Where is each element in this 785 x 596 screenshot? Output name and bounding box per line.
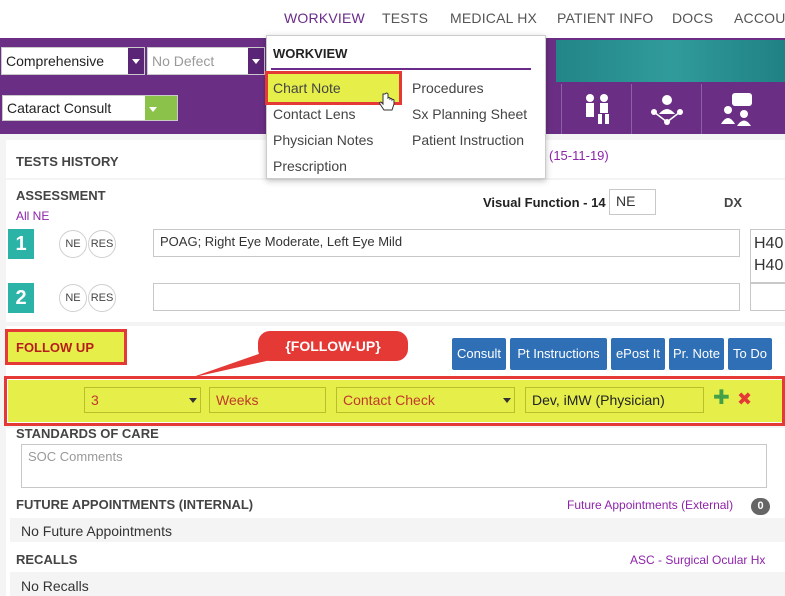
to-do-button[interactable]: To Do [728, 338, 772, 370]
defect-value: No Defect [152, 53, 215, 69]
assessment-title: ASSESSMENT [16, 188, 106, 203]
tab-account[interactable]: ACCOUN [734, 10, 785, 26]
exam-type-select[interactable]: Comprehensive [1, 47, 145, 75]
tab-docs[interactable]: DOCS [672, 10, 713, 26]
tab-patient-info[interactable]: PATIENT INFO [557, 10, 654, 26]
row-number-1: 1 [8, 229, 34, 259]
chat-icon-button[interactable] [701, 84, 771, 134]
row-number-2: 2 [8, 283, 34, 313]
chevron-down-icon [248, 48, 264, 74]
recalls-row [10, 572, 785, 596]
res-button-2[interactable]: RES [88, 284, 116, 312]
ne-button-1[interactable]: NE [59, 230, 87, 258]
dx-label: DX [724, 195, 743, 210]
menu-item-patient-instruction[interactable]: Patient Instruction [412, 132, 524, 148]
tests-history-date-link[interactable]: R (15-11-19) [536, 148, 609, 163]
annotation-box [5, 329, 127, 365]
chat-users-icon [720, 93, 752, 126]
dx-code: H40 [754, 257, 784, 274]
pt-instructions-button[interactable]: Pt Instructions [510, 338, 607, 370]
menu-item-procedures[interactable]: Procedures [412, 80, 484, 96]
dropdown-divider [271, 68, 531, 70]
soc-comments-textarea[interactable]: SOC Comments [21, 444, 767, 488]
exam-type-value: Comprehensive [6, 53, 105, 69]
team-icon-button[interactable] [631, 84, 701, 134]
visual-function-label: Visual Function - 14 [483, 195, 606, 210]
exam-icon-button[interactable] [561, 84, 631, 134]
soc-title: STANDARDS OF CARE [16, 426, 159, 441]
menu-item-physician-notes[interactable]: Physician Notes [273, 132, 373, 148]
recalls-title: RECALLS [16, 552, 78, 567]
dx-field-2[interactable] [750, 283, 785, 311]
menu-item-prescription[interactable]: Prescription [273, 158, 347, 174]
assessment-text-1[interactable]: POAG; Right Eye Moderate, Left Eye Mild [153, 229, 740, 257]
visit-type-select[interactable]: Cataract Consult [2, 95, 178, 121]
annotation-box [4, 376, 785, 426]
future-appointments-title: FUTURE APPOINTMENTS (INTERNAL) [16, 497, 254, 512]
no-recalls-text: No Recalls [21, 578, 89, 594]
no-future-appointments-text: No Future Appointments [21, 523, 172, 539]
assessment-text-2[interactable] [153, 283, 740, 311]
team-network-icon [650, 95, 683, 125]
tests-history-title: TESTS HISTORY [16, 154, 119, 169]
defect-select[interactable]: No Defect [147, 47, 265, 75]
doctor-patient-icon [585, 94, 609, 124]
patient-banner [556, 40, 785, 82]
annotation-callout: {FOLLOW-UP} [258, 331, 408, 361]
consult-button[interactable]: Consult [452, 338, 506, 370]
ne-button-2[interactable]: NE [59, 284, 87, 312]
tab-tests[interactable]: TESTS [382, 10, 428, 26]
tab-medical-hx[interactable]: MEDICAL HX [450, 10, 537, 26]
dx-field-1[interactable]: H40 H40 [750, 229, 785, 283]
chevron-down-icon [128, 48, 144, 74]
visit-type-value: Cataract Consult [7, 100, 112, 116]
epost-it-button[interactable]: ePost It [611, 338, 665, 370]
asc-surgical-link[interactable]: ASC - Surgical Ocular Hx [630, 553, 765, 567]
top-nav: WORKVIEW TESTS MEDICAL HX PATIENT INFO D… [0, 0, 785, 38]
external-count-badge: 0 [751, 498, 770, 515]
dropdown-header: WORKVIEW [273, 46, 348, 61]
all-ne-link[interactable]: All NE [16, 209, 49, 223]
tab-workview[interactable]: WORKVIEW [284, 10, 365, 26]
menu-item-contact-lens[interactable]: Contact Lens [273, 106, 356, 122]
pr-note-button[interactable]: Pr. Note [669, 338, 724, 370]
dx-code: H40 [754, 235, 784, 252]
res-button-1[interactable]: RES [88, 230, 116, 258]
future-appointments-external-link[interactable]: Future Appointments (External) [567, 498, 733, 512]
hand-cursor-icon [379, 92, 395, 111]
chevron-down-icon [145, 96, 177, 120]
menu-item-sx-planning-sheet[interactable]: Sx Planning Sheet [412, 106, 527, 122]
visual-function-input[interactable]: NE [609, 189, 656, 215]
